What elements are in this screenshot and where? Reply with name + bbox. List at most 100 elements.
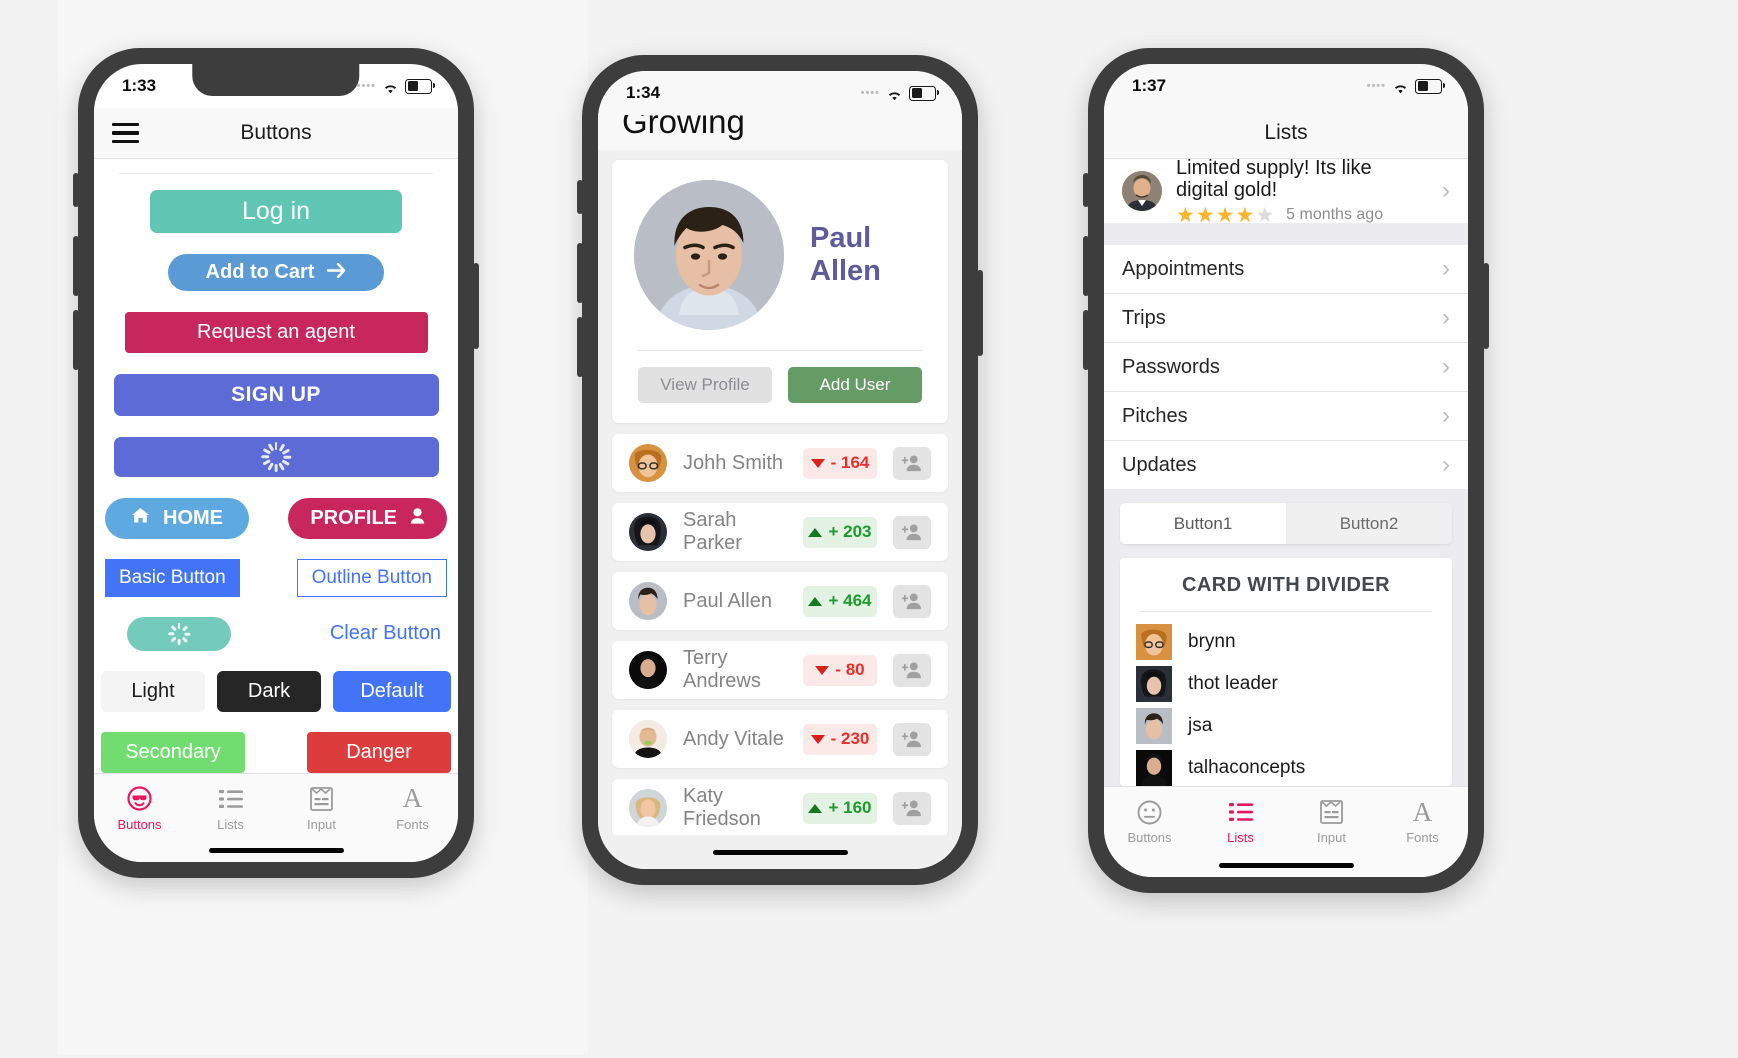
- phone3-power-button: [1483, 263, 1489, 349]
- tab-fonts[interactable]: A Fonts: [1377, 798, 1468, 845]
- list-item[interactable]: Appointments ›: [1104, 245, 1468, 294]
- wifi-icon: [382, 80, 399, 93]
- basic-button[interactable]: Basic Button: [105, 558, 240, 597]
- entry-name: talhaconcepts: [1188, 757, 1306, 778]
- add-person-button[interactable]: [893, 515, 931, 549]
- review-title: Limited supply! Its like digital gold!: [1176, 159, 1372, 201]
- tab-label: Input: [1317, 830, 1346, 846]
- form-icon: [310, 786, 333, 812]
- add-person-icon: [902, 524, 921, 541]
- light-button[interactable]: Light: [101, 670, 205, 712]
- table-row[interactable]: Katy Friedson + 160: [612, 779, 948, 836]
- delta-value: + 464: [828, 591, 872, 610]
- segment-button1[interactable]: Button1: [1120, 503, 1286, 544]
- dark-button[interactable]: Dark: [217, 670, 321, 712]
- add-person-button[interactable]: [893, 722, 931, 756]
- add-person-button[interactable]: [893, 653, 931, 687]
- chevron-right-icon: ›: [1442, 177, 1450, 204]
- list-item[interactable]: thot leader: [1136, 666, 1436, 702]
- basic-outline-row: Basic Button Outline Button: [105, 558, 447, 597]
- status-badge: - 80: [803, 654, 877, 686]
- spinner-icon: [261, 441, 292, 472]
- add-person-icon: [902, 800, 921, 817]
- delta-value: + 160: [828, 798, 872, 817]
- list-item[interactable]: jsa: [1136, 708, 1436, 744]
- add-person-icon: [902, 731, 921, 748]
- tab-input[interactable]: Input: [276, 786, 367, 832]
- avatar: [1136, 624, 1172, 660]
- add-user-button[interactable]: Add User: [788, 367, 922, 403]
- chevron-right-icon: ›: [1442, 402, 1450, 429]
- spinner-icon: [168, 622, 191, 645]
- teal-loading-button[interactable]: [127, 616, 231, 651]
- table-row[interactable]: Andy Vitale - 230: [612, 710, 948, 768]
- add-person-button[interactable]: [893, 584, 931, 618]
- list-item[interactable]: Updates ›: [1104, 441, 1468, 489]
- tab-input[interactable]: Input: [1286, 799, 1377, 845]
- phone2-home-indicator: [598, 835, 962, 869]
- add-person-button[interactable]: [893, 446, 931, 480]
- smiley-icon: [1137, 799, 1162, 825]
- list-item-label: Appointments: [1122, 257, 1245, 280]
- list-item[interactable]: Trips ›: [1104, 294, 1468, 343]
- list-item[interactable]: brynn: [1136, 624, 1436, 660]
- list-item[interactable]: talhaconcepts: [1136, 750, 1436, 786]
- phone2-mute-switch: [577, 180, 583, 214]
- request-agent-button[interactable]: Request an agent: [124, 312, 428, 353]
- loading-button-wide[interactable]: [113, 436, 439, 477]
- segment-button2[interactable]: Button2: [1286, 503, 1452, 544]
- review-item[interactable]: Limited supply! Its like digital gold! ★…: [1104, 159, 1468, 226]
- caret-up-icon: [808, 527, 823, 537]
- hamburger-menu-icon[interactable]: [112, 122, 139, 144]
- add-to-cart-button[interactable]: Add to Cart: [168, 253, 384, 292]
- profile-button[interactable]: PROFILE: [288, 497, 447, 539]
- tab-label: Buttons: [117, 816, 162, 832]
- sign-up-button[interactable]: SIGN UP: [113, 373, 439, 416]
- user-name: Sarah Parker: [683, 509, 742, 554]
- clear-button[interactable]: Clear Button: [330, 622, 441, 645]
- secondary-button[interactable]: Secondary: [101, 731, 245, 773]
- avatar: [629, 513, 667, 551]
- login-button[interactable]: Log in: [150, 189, 402, 233]
- table-row[interactable]: Terry Andrews - 80: [612, 641, 948, 699]
- tab-buttons[interactable]: Buttons: [94, 786, 185, 832]
- home-button[interactable]: HOME: [105, 497, 249, 539]
- chevron-right-icon: ›: [1442, 353, 1450, 380]
- table-row[interactable]: Johh Smith - 164: [612, 434, 948, 492]
- user-name: Johh Smith: [683, 451, 784, 474]
- add-person-button[interactable]: [893, 791, 931, 825]
- view-profile-button[interactable]: View Profile: [638, 367, 772, 403]
- status-time: 1:34: [626, 83, 661, 102]
- phone3-home-indicator: [1104, 853, 1468, 877]
- avatar: [629, 582, 667, 620]
- tab-lists[interactable]: Lists: [1195, 799, 1286, 845]
- tab-label: Input: [307, 816, 336, 832]
- battery-icon: [909, 85, 939, 101]
- tab-lists[interactable]: Lists: [185, 786, 276, 832]
- tab-fonts[interactable]: A Fonts: [367, 785, 458, 832]
- list-icon: [218, 786, 243, 812]
- add-person-icon: [902, 593, 921, 610]
- tab-buttons[interactable]: Buttons: [1104, 799, 1195, 845]
- home-icon: [131, 507, 150, 530]
- delta-value: - 230: [830, 729, 870, 748]
- profile-card: Paul Allen View Profile Add User: [612, 160, 948, 423]
- entry-name: jsa: [1188, 715, 1213, 736]
- status-badge: - 230: [803, 723, 877, 755]
- avatar: [629, 651, 667, 689]
- avatar: [1136, 750, 1172, 786]
- phone3-mute-switch: [1083, 173, 1089, 207]
- list-item[interactable]: Pitches ›: [1104, 392, 1468, 441]
- danger-button[interactable]: Danger: [307, 731, 451, 773]
- table-row[interactable]: Sarah Parker + 203: [612, 503, 948, 561]
- avatar: [1136, 666, 1172, 702]
- phone2-volume-up: [577, 243, 583, 303]
- table-row[interactable]: Paul Allen + 464: [612, 572, 948, 630]
- default-button[interactable]: Default: [333, 670, 451, 712]
- outline-button[interactable]: Outline Button: [296, 558, 447, 597]
- signal-dots-icon: ••••: [1366, 79, 1386, 92]
- tab-label: Fonts: [396, 816, 429, 832]
- signal-dots-icon: ••••: [356, 79, 376, 92]
- list-item[interactable]: Passwords ›: [1104, 343, 1468, 392]
- add-person-icon: [902, 662, 921, 679]
